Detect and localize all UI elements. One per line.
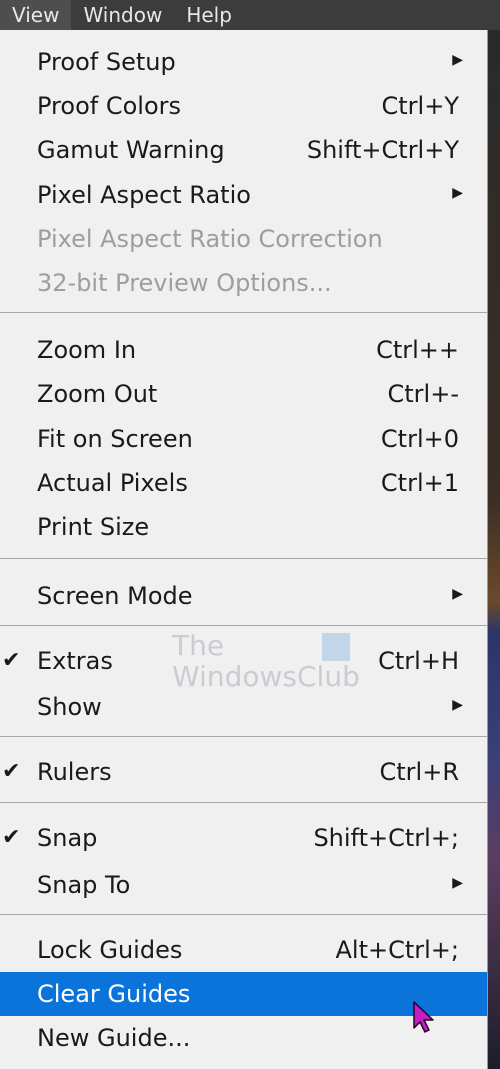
view-dropdown-menu: Proof Setup ▶ Proof Colors Ctrl+Y Gamut … <box>0 30 488 1069</box>
menu-item-shortcut: Alt+Ctrl+; <box>335 936 459 964</box>
menu-item-label: Lock Guides <box>37 936 183 964</box>
menu-item-label: Pixel Aspect Ratio <box>37 181 251 209</box>
menu-item-label: Rulers <box>37 758 112 786</box>
menu-item-label: Gamut Warning <box>37 136 225 164</box>
submenu-arrow-icon: ▶ <box>452 875 463 891</box>
menu-item-label: Fit on Screen <box>37 425 193 453</box>
menu-item-label: Proof Colors <box>37 92 181 120</box>
menu-item-lock-guides[interactable]: Lock Guides Alt+Ctrl+; <box>0 928 487 972</box>
mouse-cursor-icon <box>413 1001 434 1033</box>
menu-item-shortcut: Ctrl+H <box>378 647 459 675</box>
submenu-arrow-icon: ▶ <box>452 52 463 68</box>
menu-item-label: Actual Pixels <box>37 469 188 497</box>
menu-window[interactable]: Window <box>71 0 174 30</box>
menu-item-label: Screen Mode <box>37 582 193 610</box>
menu-item-label: Extras <box>37 647 113 675</box>
menu-item-label: Snap <box>37 824 98 852</box>
menu-item-screen-mode[interactable]: Screen Mode ▶ <box>0 574 487 618</box>
menu-item-label: Clear Guides <box>37 980 191 1008</box>
submenu-arrow-icon: ▶ <box>452 697 463 713</box>
menu-separator <box>0 736 487 737</box>
menu-item-32bit-preview-options: 32-bit Preview Options... <box>0 261 487 305</box>
menu-item-snap-to[interactable]: Snap To ▶ <box>0 863 487 907</box>
menu-separator <box>0 625 487 626</box>
menu-item-shortcut: Shift+Ctrl+; <box>313 824 459 852</box>
menu-item-shortcut: Ctrl+Y <box>381 92 459 120</box>
menu-item-shortcut: Ctrl+0 <box>380 425 459 453</box>
checkmark-icon: ✔ <box>2 648 21 673</box>
menu-item-actual-pixels[interactable]: Actual Pixels Ctrl+1 <box>0 461 487 505</box>
menu-item-extras[interactable]: ✔ Extras Ctrl+H <box>0 639 487 683</box>
menu-item-print-size[interactable]: Print Size <box>0 505 487 549</box>
menu-separator <box>0 802 487 803</box>
menu-item-shortcut: Ctrl+R <box>379 758 460 786</box>
menu-separator <box>0 312 487 313</box>
menu-item-label: Zoom Out <box>37 380 158 408</box>
menu-separator <box>0 558 487 559</box>
menu-item-label: Zoom In <box>37 336 137 364</box>
screen: View Window Help Proof Setup ▶ Proof Col… <box>0 0 500 1069</box>
checkmark-icon: ✔ <box>2 759 21 784</box>
menu-item-pixel-aspect-ratio[interactable]: Pixel Aspect Ratio ▶ <box>0 173 487 217</box>
menu-help[interactable]: Help <box>174 0 244 30</box>
submenu-arrow-icon: ▶ <box>452 185 463 201</box>
canvas-background <box>488 30 500 1069</box>
menu-item-label: 32-bit Preview Options... <box>37 269 332 297</box>
menu-item-label: Pixel Aspect Ratio Correction <box>37 225 383 253</box>
checkmark-icon: ✔ <box>2 825 21 850</box>
menu-item-shortcut: Shift+Ctrl+Y <box>306 136 459 164</box>
menu-item-show[interactable]: Show ▶ <box>0 685 487 729</box>
menu-item-rulers[interactable]: ✔ Rulers Ctrl+R <box>0 750 487 794</box>
menu-item-label: Proof Setup <box>37 48 176 76</box>
menu-item-zoom-in[interactable]: Zoom In Ctrl++ <box>0 328 487 372</box>
menu-separator <box>0 914 487 915</box>
menu-view[interactable]: View <box>0 0 72 30</box>
menu-item-snap[interactable]: ✔ Snap Shift+Ctrl+; <box>0 816 487 860</box>
menu-item-zoom-out[interactable]: Zoom Out Ctrl+- <box>0 372 487 416</box>
menu-item-shortcut: Ctrl++ <box>376 336 459 364</box>
menubar: View Window Help <box>0 0 500 30</box>
menu-item-proof-setup[interactable]: Proof Setup ▶ <box>0 40 487 84</box>
menu-item-gamut-warning[interactable]: Gamut Warning Shift+Ctrl+Y <box>0 128 487 172</box>
menu-item-label: Snap To <box>37 871 131 899</box>
submenu-arrow-icon: ▶ <box>452 586 463 602</box>
menu-item-label: Print Size <box>37 513 150 541</box>
menu-item-fit-on-screen[interactable]: Fit on Screen Ctrl+0 <box>0 417 487 461</box>
menu-item-pixel-aspect-ratio-correction: Pixel Aspect Ratio Correction <box>0 217 487 261</box>
menu-item-shortcut: Ctrl+1 <box>380 469 459 497</box>
menu-item-label: New Guide... <box>37 1024 191 1052</box>
menu-item-shortcut: Ctrl+- <box>387 380 459 408</box>
menu-item-label: Show <box>37 693 102 721</box>
menu-item-proof-colors[interactable]: Proof Colors Ctrl+Y <box>0 84 487 128</box>
